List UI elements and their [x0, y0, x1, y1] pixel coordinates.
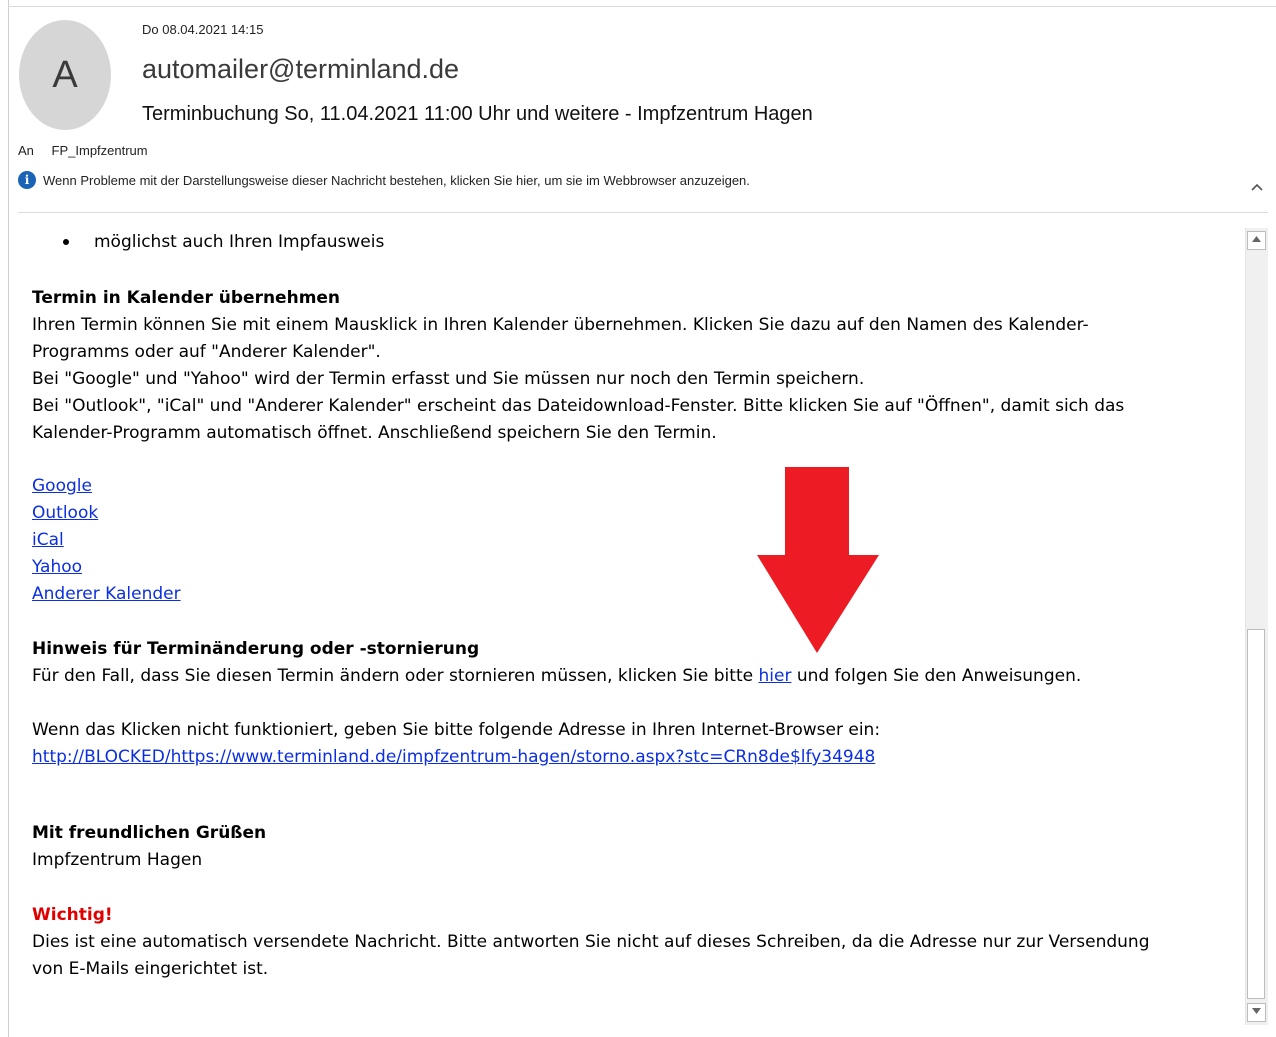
change-text: Für den Fall, dass Sie diesen Termin änd…	[32, 663, 1081, 690]
info-bar-text[interactable]: Wenn Probleme mit der Darstellungsweise …	[43, 173, 750, 188]
bullet-list: möglichst auch Ihren Impfausweis	[32, 229, 384, 256]
calendar-section: Termin in Kalender übernehmen Ihren Term…	[32, 285, 1124, 447]
scroll-down-button[interactable]	[1247, 1003, 1266, 1022]
important-label: Wichtig!	[32, 905, 113, 925]
storno-url-link[interactable]: http://BLOCKED/https://www.terminland.de…	[32, 747, 875, 767]
header-divider	[18, 212, 1268, 213]
sender-address[interactable]: automailer@terminland.de	[142, 54, 459, 85]
link-yahoo[interactable]: Yahoo	[32, 557, 82, 577]
bullet-item: möglichst auch Ihren Impfausweis	[94, 232, 385, 252]
info-icon: i	[18, 171, 36, 189]
scrollbar-thumb[interactable]	[1247, 629, 1265, 999]
bullet-dot	[63, 239, 69, 245]
to-label: An	[18, 143, 34, 158]
calendar-text-line: Kalender-Programm automatisch öffnet. An…	[32, 423, 717, 443]
closing-section: Mit freundlichen Grüßen Impfzentrum Hage…	[32, 820, 266, 874]
calendar-text-line: Ihren Termin können Sie mit einem Mauskl…	[32, 315, 1089, 335]
important-text-line: von E-Mails eingerichtet ist.	[32, 959, 269, 979]
closing-greeting: Mit freundlichen Grüßen	[32, 823, 267, 843]
down-arrow-icon	[757, 467, 879, 653]
scroll-down-icon	[1252, 1008, 1261, 1014]
calendar-heading: Termin in Kalender übernehmen	[32, 288, 341, 308]
link-google[interactable]: Google	[32, 476, 92, 496]
window-top-border	[8, 6, 1276, 7]
calendar-text-line: Bei "Outlook", "iCal" und "Anderer Kalen…	[32, 396, 1125, 416]
message-date: Do 08.04.2021 14:15	[142, 22, 264, 37]
avatar-letter: A	[52, 53, 78, 96]
important-section: Wichtig! Dies ist eine automatisch verse…	[32, 902, 1150, 983]
calendar-text-line: Programms oder auf "Anderer Kalender".	[32, 342, 381, 362]
link-ical[interactable]: iCal	[32, 530, 64, 550]
collapse-header-button[interactable]	[1246, 180, 1268, 198]
fallback-text: Wenn das Klicken nicht funktioniert, geb…	[32, 720, 881, 740]
change-section: Hinweis für Terminänderung oder -stornie…	[32, 636, 1081, 771]
closing-signature: Impfzentrum Hagen	[32, 850, 203, 870]
window-left-border	[8, 0, 9, 1037]
change-heading: Hinweis für Terminänderung oder -stornie…	[32, 639, 480, 659]
calendar-text-line: Bei "Google" und "Yahoo" wird der Termin…	[32, 369, 865, 389]
chevron-up-icon	[1251, 183, 1263, 191]
sender-avatar: A	[19, 20, 111, 130]
link-outlook[interactable]: Outlook	[32, 503, 98, 523]
scroll-up-button[interactable]	[1247, 231, 1266, 250]
change-text-before: Für den Fall, dass Sie diesen Termin änd…	[32, 666, 759, 686]
change-text-after: und folgen Sie den Anweisungen.	[791, 666, 1082, 686]
recipient-name[interactable]: FP_Impfzentrum	[52, 143, 148, 158]
info-bar[interactable]: i Wenn Probleme mit der Darstellungsweis…	[18, 171, 750, 189]
link-other-calendar[interactable]: Anderer Kalender	[32, 584, 181, 604]
message-subject: Terminbuchung So, 11.04.2021 11:00 Uhr u…	[142, 103, 813, 125]
recipient-line: An FP_Impfzentrum	[18, 143, 148, 158]
important-text-line: Dies ist eine automatisch versendete Nac…	[32, 932, 1150, 952]
scroll-up-icon	[1252, 236, 1261, 242]
change-here-link[interactable]: hier	[758, 666, 791, 686]
calendar-links: Google Outlook iCal Yahoo Anderer Kalend…	[32, 473, 181, 608]
